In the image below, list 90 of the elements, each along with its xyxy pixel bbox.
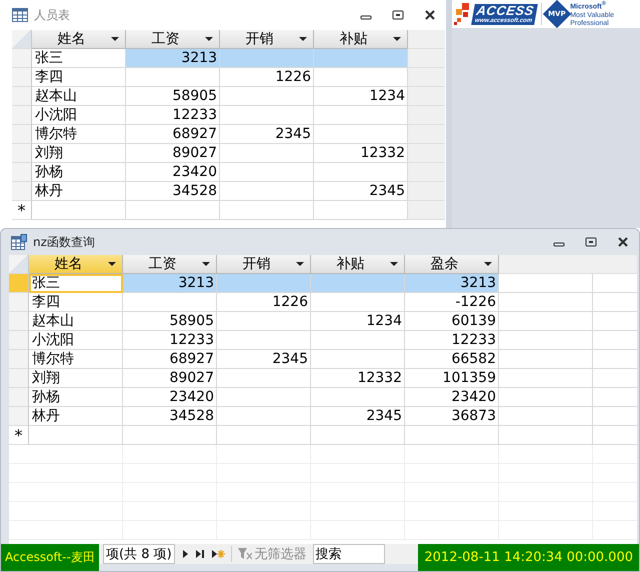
funnel-icon — [238, 548, 252, 560]
table-cell: 李四 — [29, 293, 123, 312]
query-icon — [11, 234, 27, 250]
dropdown-icon[interactable] — [390, 262, 398, 266]
search-field[interactable]: 搜索 — [312, 544, 385, 564]
table-cell: 2345 — [220, 125, 314, 144]
table-cell: 23420 — [123, 388, 217, 407]
column-header[interactable]: 姓名 — [32, 30, 126, 49]
table-cell: 101359 — [405, 369, 499, 388]
table-cell: 赵本山 — [29, 312, 123, 331]
table-cell: 60139 — [405, 312, 499, 331]
brand-name: ACCESS — [476, 4, 536, 16]
new-row-marker: * — [12, 201, 32, 220]
table-cell: 34528 — [126, 182, 220, 201]
table-cell: 博尔特 — [29, 350, 123, 369]
column-header[interactable]: 工资 — [126, 30, 220, 49]
table-cell: 2345 — [217, 350, 311, 369]
table-cell: 3213 — [123, 274, 217, 293]
table-cell: 23420 — [126, 163, 220, 182]
table-cell: 58905 — [126, 87, 220, 106]
table-icon — [12, 8, 28, 22]
column-header[interactable]: 开销 — [217, 255, 311, 274]
close-icon[interactable] — [424, 9, 436, 21]
table-cell: 李四 — [32, 68, 126, 87]
column-header[interactable]: 补贴 — [314, 30, 408, 49]
new-record-icon[interactable] — [210, 549, 225, 559]
table-cell: 刘翔 — [29, 369, 123, 388]
table-cell: 1226 — [220, 68, 314, 87]
dropdown-icon[interactable] — [111, 37, 119, 41]
empty-area — [408, 201, 445, 220]
table-cell: 林丹 — [29, 407, 123, 426]
empty-area — [408, 182, 445, 201]
dropdown-icon[interactable] — [484, 262, 492, 266]
last-record-icon[interactable] — [194, 549, 205, 559]
table-cell: 58905 — [123, 312, 217, 331]
cubes-icon — [454, 3, 472, 25]
table-cell: 89027 — [126, 144, 220, 163]
table-cell: 赵本山 — [32, 87, 126, 106]
table-cell: 34528 — [123, 407, 217, 426]
new-row-marker: * — [9, 426, 29, 445]
column-header[interactable]: 工资 — [123, 255, 217, 274]
column-header[interactable]: 补贴 — [311, 255, 405, 274]
table-cell: 刘翔 — [32, 144, 126, 163]
next-record-icon[interactable] — [180, 549, 189, 559]
table-cell: 博尔特 — [32, 125, 126, 144]
table-cell: -1226 — [405, 293, 499, 312]
table-cell: 12233 — [405, 331, 499, 350]
table-cell: 3213 — [405, 274, 499, 293]
table-cell: 3213 — [126, 49, 220, 68]
dropdown-icon[interactable] — [108, 262, 116, 266]
table-cell: 小沈阳 — [32, 106, 126, 125]
table-cell: 23420 — [405, 388, 499, 407]
table-cell: 小沈阳 — [29, 331, 123, 350]
table-cell: 12233 — [123, 331, 217, 350]
table-cell: 2345 — [311, 407, 405, 426]
close-icon[interactable] — [617, 236, 629, 248]
table-cell: 66582 — [405, 350, 499, 369]
empty-area — [408, 106, 445, 125]
dropdown-icon[interactable] — [393, 37, 401, 41]
restore-icon[interactable] — [585, 236, 597, 248]
column-header[interactable]: 开销 — [220, 30, 314, 49]
table-cell: 孙杨 — [29, 388, 123, 407]
empty-area — [408, 163, 445, 182]
table-cell: 林丹 — [32, 182, 126, 201]
status-clock: 2012-08-11 14:20:34 00:00.000 — [418, 544, 639, 571]
window-title: nz函数查询 — [33, 234, 95, 250]
table-cell: 68927 — [123, 350, 217, 369]
column-header[interactable]: 盈余 — [405, 255, 499, 274]
table-cell: 1234 — [311, 312, 405, 331]
table-cell: 孙杨 — [32, 163, 126, 182]
status-label: Accessoft--麦田 — [1, 544, 99, 571]
table-cell: 12332 — [311, 369, 405, 388]
restore-icon[interactable] — [392, 9, 404, 21]
table-cell: 68927 — [126, 125, 220, 144]
record-counter: 项(共 8 项) — [103, 544, 175, 564]
empty-area — [408, 144, 445, 163]
table-cell: 89027 — [123, 369, 217, 388]
table-cell: 36873 — [405, 407, 499, 426]
dropdown-icon[interactable] — [296, 262, 304, 266]
dropdown-icon[interactable] — [299, 37, 307, 41]
empty-area — [408, 125, 445, 144]
window-title: 人员表 — [34, 6, 70, 24]
column-header[interactable]: 姓名 — [29, 255, 123, 274]
dropdown-icon[interactable] — [202, 262, 210, 266]
table-cell: 12233 — [126, 106, 220, 125]
empty-area — [408, 87, 445, 106]
table-cell: 1226 — [217, 293, 311, 312]
table-cell: 张三 — [29, 274, 123, 293]
dropdown-icon[interactable] — [205, 37, 213, 41]
empty-area — [408, 68, 445, 87]
